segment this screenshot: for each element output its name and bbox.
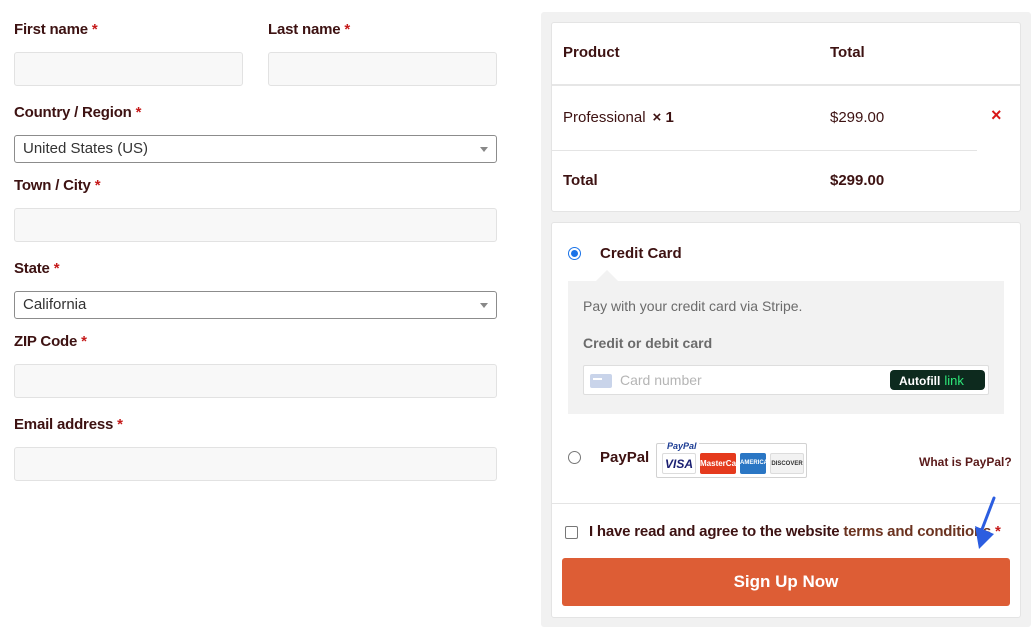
zip-label: ZIP Code * bbox=[14, 333, 87, 350]
paypal-acceptance-mark: PayPal VISA MasterCard AMERICAN EXPRESS … bbox=[656, 441, 807, 487]
city-label: Town / City * bbox=[14, 177, 101, 194]
remove-item-icon[interactable]: × bbox=[991, 105, 1002, 126]
card-number-placeholder: Card number bbox=[620, 372, 702, 388]
credit-card-radio[interactable] bbox=[568, 247, 581, 260]
city-input[interactable] bbox=[14, 208, 497, 242]
item-price: $299.00 bbox=[830, 109, 885, 126]
first-name-input[interactable] bbox=[14, 52, 243, 86]
mastercard-logo: MasterCard bbox=[700, 453, 744, 474]
state-select[interactable]: California bbox=[14, 291, 497, 319]
state-select-value: California bbox=[23, 296, 87, 313]
country-select-value: United States (US) bbox=[23, 140, 149, 157]
item-name: Professional × 1 bbox=[563, 109, 674, 126]
total-column-header: Total bbox=[830, 44, 865, 61]
sign-up-button[interactable]: Sign Up Now bbox=[562, 558, 1010, 606]
paypal-title[interactable]: PayPal bbox=[600, 449, 649, 466]
item-quantity: × 1 bbox=[652, 109, 674, 126]
stripe-description: Pay with your credit card via Stripe. bbox=[583, 298, 803, 314]
chevron-down-icon bbox=[480, 147, 488, 152]
discover-logo: DISCOVER bbox=[770, 453, 804, 474]
card-field-label: Credit or debit card bbox=[583, 335, 713, 351]
card-number-input[interactable]: Card number Autofill link bbox=[583, 365, 989, 395]
last-name-label: Last name * bbox=[268, 21, 351, 38]
amex-logo: AMERICAN EXPRESS bbox=[740, 453, 772, 487]
chevron-down-icon bbox=[480, 303, 488, 308]
credit-card-title[interactable]: Credit Card bbox=[600, 245, 682, 262]
visa-logo: VISA bbox=[662, 453, 696, 474]
row-divider bbox=[552, 150, 977, 151]
payment-divider bbox=[552, 503, 1020, 504]
last-name-input[interactable] bbox=[268, 52, 497, 86]
header-divider bbox=[552, 84, 1020, 86]
paypal-radio[interactable] bbox=[568, 451, 581, 464]
terms-link[interactable]: terms and conditions bbox=[843, 523, 991, 540]
autofill-link-button[interactable]: Autofill link bbox=[890, 370, 985, 390]
zip-input[interactable] bbox=[14, 364, 497, 398]
order-table: Product Total Professional × 1 $299.00 × … bbox=[551, 22, 1021, 212]
country-label: Country / Region * bbox=[14, 104, 142, 121]
terms-checkbox[interactable] bbox=[565, 526, 578, 539]
country-select[interactable]: United States (US) bbox=[14, 135, 497, 163]
pointer-arrow-icon bbox=[975, 496, 996, 549]
paypal-logo: PayPal bbox=[665, 441, 699, 451]
order-total-value: $299.00 bbox=[830, 172, 885, 189]
email-input[interactable] bbox=[14, 447, 497, 481]
credit-card-icon bbox=[590, 374, 612, 388]
state-label: State * bbox=[14, 260, 60, 277]
first-name-label: First name * bbox=[14, 21, 98, 38]
link-logo: link bbox=[944, 373, 964, 388]
terms-label: I have read and agree to the website ter… bbox=[589, 523, 1001, 540]
payment-box-notch bbox=[596, 270, 618, 281]
product-column-header: Product bbox=[563, 44, 620, 61]
email-label: Email address * bbox=[14, 416, 123, 433]
order-total-label: Total bbox=[563, 172, 598, 189]
what-is-paypal-link[interactable]: What is PayPal? bbox=[919, 455, 1012, 469]
